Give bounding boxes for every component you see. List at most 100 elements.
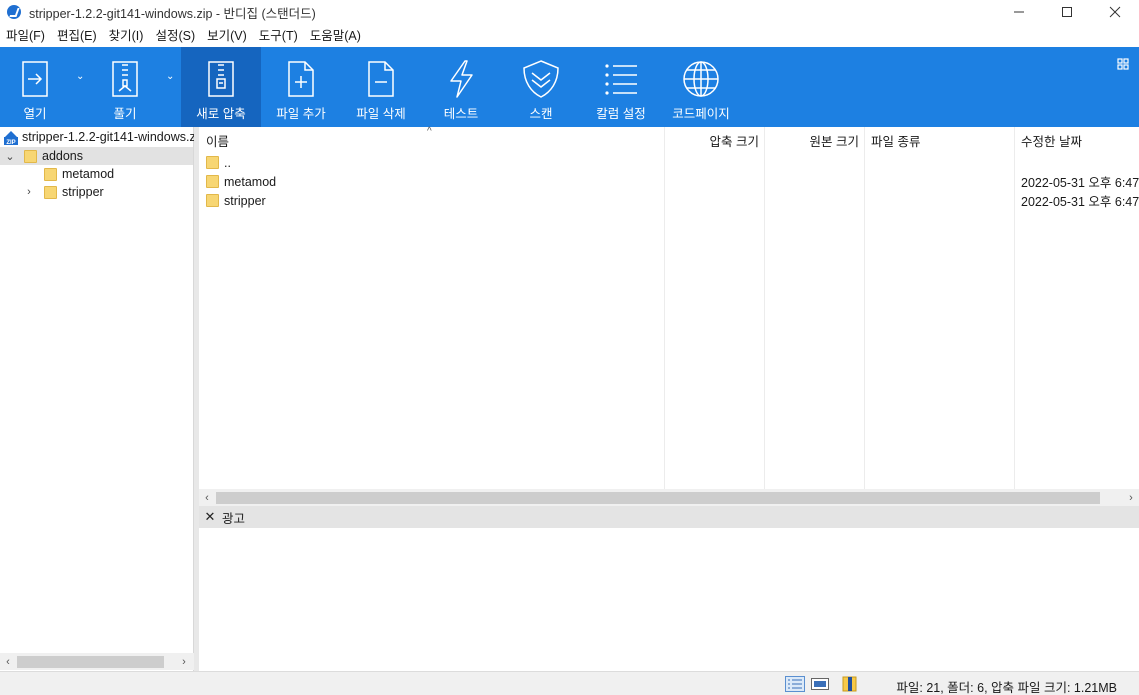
menu-bar: 파일(F) 편집(E) 찾기(I) 설정(S) 보기(V) 도구(T) 도움말(… [0, 26, 367, 46]
scroll-right-icon[interactable]: › [1123, 489, 1139, 506]
column-settings-label: 칼럼 설정 [596, 107, 646, 121]
maximize-icon [1062, 7, 1072, 17]
folder-icon [44, 167, 57, 181]
scroll-right-icon[interactable]: › [176, 653, 192, 670]
maximize-button[interactable] [1043, 0, 1091, 24]
codepage-button[interactable]: 코드페이지 [661, 47, 741, 127]
column-type-label: 파일 종류 [871, 134, 921, 149]
file-modified: 2022-05-31 오후 6:47 [1021, 176, 1139, 190]
tree-item-metamod[interactable]: metamod [0, 165, 193, 183]
tree-root-item[interactable]: ZIP stripper-1.2.2-git141-windows.zip [0, 128, 194, 146]
menu-find[interactable]: 찾기(I) [103, 26, 150, 46]
scan-button[interactable]: 스캔 [501, 47, 581, 127]
scrollbar-thumb[interactable] [17, 656, 164, 668]
tree-item-addons[interactable]: ⌄ addons [0, 147, 193, 165]
new-archive-button[interactable]: 새로 압축 [181, 47, 261, 127]
minimize-icon [1014, 11, 1024, 13]
ad-close-icon[interactable]: ✕ [203, 509, 217, 525]
chevron-down-icon[interactable]: ⌄ [4, 150, 16, 163]
menu-settings[interactable]: 설정(S) [149, 26, 201, 46]
file-modified: 2022-05-31 오후 6:47 [1021, 195, 1139, 209]
column-original-label: 원본 크기 [809, 134, 859, 149]
menu-file[interactable]: 파일(F) [0, 26, 51, 46]
bandizip-window: stripper-1.2.2-git141-windows.zip - 반디집 … [0, 0, 1139, 695]
lightning-icon [441, 59, 481, 99]
column-packed-label: 압축 크기 [709, 134, 759, 149]
add-file-icon [281, 59, 321, 99]
status-summary: 파일: 21, 폴더: 6, 압축 파일 크기: 1.21MB [896, 681, 1117, 695]
tree-item-label: metamod [62, 167, 115, 181]
open-archive-icon [15, 59, 55, 99]
menu-view[interactable]: 보기(V) [201, 26, 253, 46]
folder-tree: ZIP stripper-1.2.2-git141-windows.zip ⌄ … [0, 127, 194, 671]
list-columns-icon [601, 59, 641, 99]
tree-item-stripper[interactable]: › stripper [0, 183, 193, 201]
scroll-left-icon[interactable]: ‹ [199, 489, 215, 506]
folder-icon [206, 194, 219, 207]
column-header-type[interactable]: 파일 종류 [871, 127, 1011, 153]
folder-icon [24, 149, 37, 163]
column-settings-button[interactable]: 칼럼 설정 [581, 47, 661, 127]
list-row-metamod[interactable]: metamod 2022-05-31 오후 6:47 [199, 172, 1139, 191]
globe-icon [681, 59, 721, 99]
list-row-stripper[interactable]: stripper 2022-05-31 오후 6:47 [199, 191, 1139, 210]
layout-menu-icon[interactable] [1117, 58, 1129, 70]
delete-files-button[interactable]: 파일 삭제 [341, 47, 421, 127]
file-name: metamod [224, 174, 277, 189]
zip-archive-icon: ZIP [4, 130, 18, 145]
codepage-label: 코드페이지 [672, 107, 730, 121]
file-name: stripper [224, 193, 266, 208]
test-button[interactable]: 테스트 [421, 47, 501, 127]
window-controls [995, 0, 1139, 24]
add-files-label: 파일 추가 [276, 107, 326, 121]
scroll-left-icon[interactable]: ‹ [0, 653, 16, 670]
delete-files-label: 파일 삭제 [356, 107, 406, 121]
folder-icon [44, 185, 57, 199]
ad-label: 광고 [222, 511, 246, 526]
test-label: 테스트 [443, 107, 479, 121]
minimize-button[interactable] [995, 0, 1043, 24]
extract-icon [105, 59, 145, 99]
scrollbar-thumb[interactable] [216, 492, 1100, 504]
tree-item-label: stripper [62, 185, 104, 199]
list-horizontal-scrollbar[interactable]: ‹ › [199, 489, 1139, 506]
delete-file-icon [361, 59, 401, 99]
toolbar: 열기 ⌄ 풀기 ⌄ 새로 압축 파일 추가 파일 삭제 테스트 스캔 칼럼 설정… [0, 47, 1139, 127]
ad-area [199, 528, 1139, 671]
file-name: .. [224, 155, 231, 170]
preview-view-icon[interactable] [810, 676, 830, 692]
open-dropdown-icon[interactable]: ⌄ [76, 71, 84, 82]
chevron-right-icon[interactable]: › [23, 186, 35, 198]
extract-label: 풀기 [113, 107, 137, 121]
menu-help[interactable]: 도움말(A) [304, 26, 367, 46]
ad-bar: ✕ 광고 [199, 506, 1139, 528]
folder-icon [206, 156, 219, 169]
close-button[interactable] [1091, 0, 1139, 24]
shield-icon [521, 59, 561, 99]
extract-button[interactable]: 풀기 [90, 47, 160, 127]
open-button[interactable]: 열기 [0, 47, 70, 127]
new-archive-label: 새로 압축 [196, 107, 246, 121]
column-name-label: 이름 [206, 134, 230, 149]
list-row-parent[interactable]: .. [199, 153, 1139, 172]
column-header-modified[interactable]: 수정한 날짜 [1021, 127, 1139, 153]
open-label: 열기 [23, 107, 47, 121]
column-modified-label: 수정한 날짜 [1021, 134, 1082, 149]
tree-item-label: addons [42, 149, 84, 163]
close-icon [1109, 6, 1121, 18]
column-header-original-size[interactable]: 원본 크기 [764, 127, 859, 153]
menu-tools[interactable]: 도구(T) [253, 26, 304, 46]
window-title: stripper-1.2.2-git141-windows.zip - 반디집 … [29, 6, 316, 21]
tree-horizontal-scrollbar[interactable]: ‹ › [0, 653, 194, 670]
menu-edit[interactable]: 편집(E) [51, 26, 103, 46]
extract-dropdown-icon[interactable]: ⌄ [166, 71, 174, 82]
tree-root-label: stripper-1.2.2-git141-windows.zip [22, 130, 194, 144]
archive-info-icon[interactable] [840, 676, 860, 692]
folder-icon [206, 175, 219, 188]
column-header-name[interactable]: 이름 [206, 127, 661, 153]
details-view-icon[interactable] [785, 676, 805, 692]
add-files-button[interactable]: 파일 추가 [261, 47, 341, 127]
svg-text:ZIP: ZIP [6, 140, 15, 145]
bandizip-logo-icon [7, 5, 21, 19]
column-header-packed-size[interactable]: 압축 크기 [664, 127, 759, 153]
